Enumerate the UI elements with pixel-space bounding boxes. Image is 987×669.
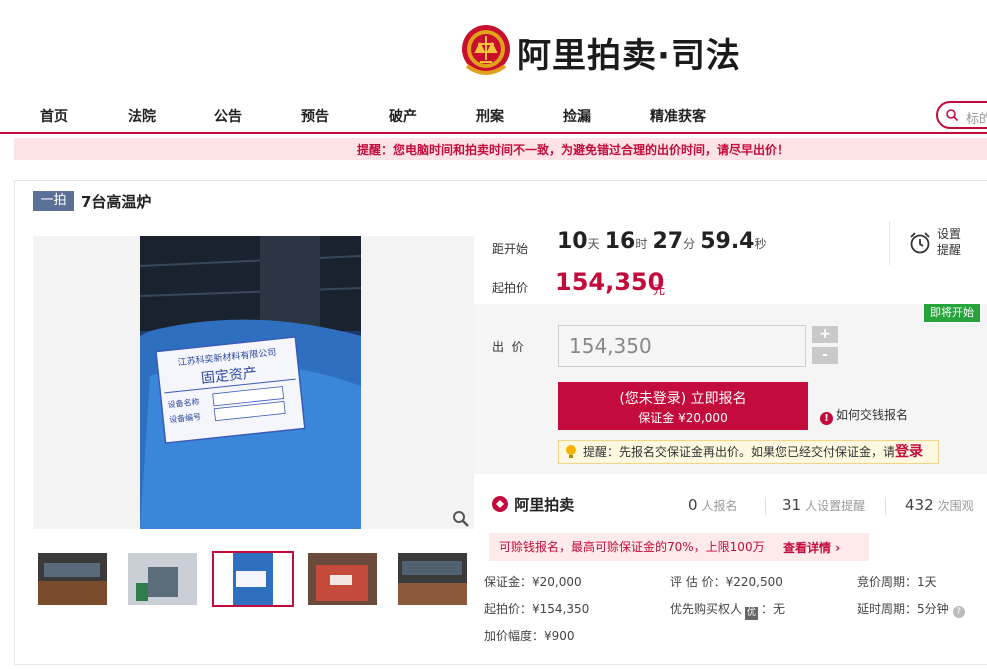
time-notice-bar: 提醒：您电脑时间和拍卖时间不一致，为避免错过合理的出价时间，请尽早出价！: [14, 138, 987, 160]
countdown-timer: 10天 16时 27分 59.4秒: [557, 229, 767, 254]
search-box[interactable]: 标的: [936, 101, 987, 129]
countdown-label: 距开始: [492, 242, 529, 256]
signups-stat: 0 人报名: [688, 496, 738, 514]
delay-cycle-info: 延时周期：5分钟?: [857, 600, 965, 618]
reminders-stat: 31 人设置提醒: [782, 496, 865, 514]
stats-divider: [885, 497, 886, 515]
priority-label: 优先购买权人: [670, 602, 743, 616]
login-tip: 提醒：先报名交保证金再出价。如果您已经交付保证金，请登录: [558, 440, 939, 464]
search-icon: [946, 109, 958, 121]
bid-decrease-button[interactable]: -: [812, 347, 838, 364]
countdown-days: 10: [557, 229, 588, 254]
help-icon[interactable]: ?: [952, 606, 965, 618]
countdown-seconds: 59.4: [700, 229, 755, 254]
start-price-unit: 元: [653, 283, 666, 297]
info-icon: !: [820, 412, 833, 425]
set-reminder-label[interactable]: 设置 提醒: [937, 226, 961, 258]
start-price-label: 起拍价: [492, 281, 529, 295]
nav-item-courts[interactable]: 法院: [128, 106, 156, 126]
stats-divider: [765, 497, 766, 515]
loan-details-text: 查看详情: [783, 541, 832, 555]
appraisal-info: 评 估 价：¥220,500: [670, 575, 783, 589]
reminder-line-1: 设置: [937, 227, 962, 241]
alarm-clock-icon: [910, 232, 930, 254]
lightbulb-icon: [566, 445, 576, 458]
signups-label: 人报名: [701, 499, 738, 513]
reminders-label: 人设置提醒: [805, 499, 866, 513]
how-to-pay-text: 如何交钱报名: [836, 408, 909, 422]
main-image[interactable]: 江苏科奕新材料有限公司 固定资产 设备名称 设备编号: [140, 236, 361, 529]
time-notice-text: 提醒：您电脑时间和拍卖时间不一致，为避免错过合理的出价时间，请尽早出价！: [357, 143, 790, 157]
thumbnail-1[interactable]: [38, 553, 107, 605]
seconds-unit: 秒: [754, 237, 767, 251]
views-label: 次围观: [937, 499, 974, 513]
bid-label: 出 价: [492, 340, 524, 354]
site-header: 阿里拍卖·司法: [0, 0, 987, 96]
bid-amount-input[interactable]: 154,350: [558, 325, 806, 367]
countdown-hours: 16: [604, 229, 636, 254]
tip-text: 提醒：先报名交保证金再出价。如果您已经交付保证金，请: [583, 445, 896, 459]
zoom-icon[interactable]: [452, 510, 470, 528]
bid-cycle-info: 竞价周期：1天: [857, 575, 937, 589]
login-link[interactable]: 登录: [895, 444, 923, 460]
status-badge: 即将开始: [924, 304, 980, 322]
views-stat: 432 次围观: [905, 496, 974, 514]
signups-count: 0: [688, 496, 698, 514]
loan-details-link[interactable]: 查看详情 ›: [783, 539, 840, 556]
ali-auction-logo: 阿里拍卖: [491, 494, 574, 515]
thumbnail-4[interactable]: [308, 553, 377, 605]
reminder-line-2: 提醒: [937, 243, 962, 257]
minutes-unit: 分: [683, 237, 696, 251]
thumbnail-2[interactable]: [128, 553, 197, 605]
main-nav: 首页 法院 公告 预告 破产 刑案 捡漏 精准获客: [0, 96, 987, 134]
priority-buyer-info: 优先购买权人优：无: [670, 600, 785, 620]
thumbnail-5[interactable]: [398, 553, 467, 605]
register-line-1: (您未登录) 立即报名: [619, 391, 747, 407]
brand-title[interactable]: 阿里拍卖·司法: [517, 28, 741, 77]
priority-value: ：无: [761, 602, 786, 616]
how-to-pay-link[interactable]: ! 如何交钱报名: [820, 406, 908, 425]
delay-cycle-text: 延时周期：5分钟: [857, 602, 949, 616]
register-now-button[interactable]: (您未登录) 立即报名 保证金 ¥20,000: [558, 382, 808, 430]
nav-item-bankruptcy[interactable]: 破产: [389, 106, 417, 126]
reminders-count: 31: [782, 496, 802, 514]
auction-round-tag: 一拍: [33, 191, 74, 211]
nav-item-preview[interactable]: 预告: [301, 106, 329, 126]
item-title: 7台高温炉: [81, 193, 152, 211]
hours-unit: 时: [635, 237, 648, 251]
views-count: 432: [905, 496, 934, 514]
increment-info: 加价幅度：¥900: [484, 629, 575, 643]
start-price-value: 154,350: [555, 268, 665, 296]
bid-increase-button[interactable]: +: [812, 326, 838, 343]
start-price-info: 起拍价：¥154,350: [484, 602, 590, 616]
nav-item-home[interactable]: 首页: [40, 106, 68, 126]
stats-logo-text: 阿里拍卖: [514, 496, 575, 514]
nav-item-bargains[interactable]: 捡漏: [563, 106, 591, 126]
nav-item-announcements[interactable]: 公告: [214, 106, 242, 126]
thumbnail-3[interactable]: [212, 551, 294, 607]
priority-badge-icon: 优: [745, 607, 759, 620]
deposit-info: 保证金：¥20,000: [484, 575, 582, 589]
nav-item-precise-leads[interactable]: 精准获客: [650, 106, 706, 126]
auction-logo-icon: [492, 496, 508, 512]
nav-item-criminal[interactable]: 刑案: [476, 106, 504, 126]
search-input[interactable]: 标的: [966, 108, 987, 127]
register-deposit-text: 保证金 ¥20,000: [638, 411, 728, 425]
days-unit: 天: [587, 237, 600, 251]
court-emblem-icon: [462, 25, 510, 75]
countdown-minutes: 27: [652, 229, 684, 254]
